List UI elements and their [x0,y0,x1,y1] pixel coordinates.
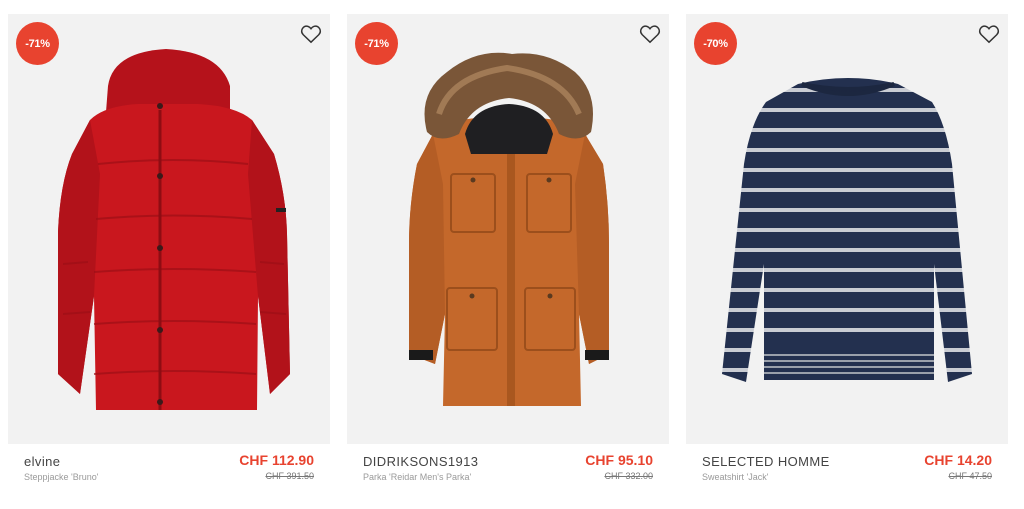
original-price: CHF 47.50 [948,471,992,481]
sale-price: CHF 14.20 [924,452,992,468]
product-card[interactable]: -70% SELECTED HOMME Sweatshirt 'Jack' CH… [686,14,1008,494]
heart-outline-icon[interactable] [639,24,661,44]
original-price: CHF 391.50 [265,471,314,481]
product-image-red-puffer[interactable] [8,14,330,444]
discount-badge: -71% [16,22,59,65]
product-image-area[interactable]: -71% [8,14,330,444]
heart-outline-icon[interactable] [300,24,322,44]
product-brand[interactable]: SELECTED HOMME [702,454,830,469]
product-info[interactable]: SELECTED HOMME Sweatshirt 'Jack' CHF 14.… [686,452,1008,494]
product-image-orange-parka[interactable] [347,14,669,444]
original-price: CHF 332.00 [604,471,653,481]
sale-price: CHF 112.90 [239,452,314,468]
product-model: Sweatshirt 'Jack' [702,472,769,482]
product-grid: -71% elvine Steppjacke 'Bruno' CHF 112.9… [0,0,1024,509]
product-image-striped-sweatshirt[interactable] [686,14,1008,444]
product-info[interactable]: elvine Steppjacke 'Bruno' CHF 112.90 CHF… [8,452,330,494]
product-image-area[interactable]: -70% [686,14,1008,444]
product-brand[interactable]: DIDRIKSONS1913 [363,454,478,469]
product-image-area[interactable]: -71% [347,14,669,444]
product-model: Parka 'Reidar Men's Parka' [363,472,472,482]
discount-badge: -71% [355,22,398,65]
product-card[interactable]: -71% DIDRIKSONS1913 Parka 'Reidar Men's … [347,14,669,494]
sale-price: CHF 95.10 [585,452,653,468]
product-card[interactable]: -71% elvine Steppjacke 'Bruno' CHF 112.9… [8,14,330,494]
product-model: Steppjacke 'Bruno' [24,472,99,482]
discount-badge: -70% [694,22,737,65]
product-brand[interactable]: elvine [24,454,60,469]
product-info[interactable]: DIDRIKSONS1913 Parka 'Reidar Men's Parka… [347,452,669,494]
heart-outline-icon[interactable] [978,24,1000,44]
